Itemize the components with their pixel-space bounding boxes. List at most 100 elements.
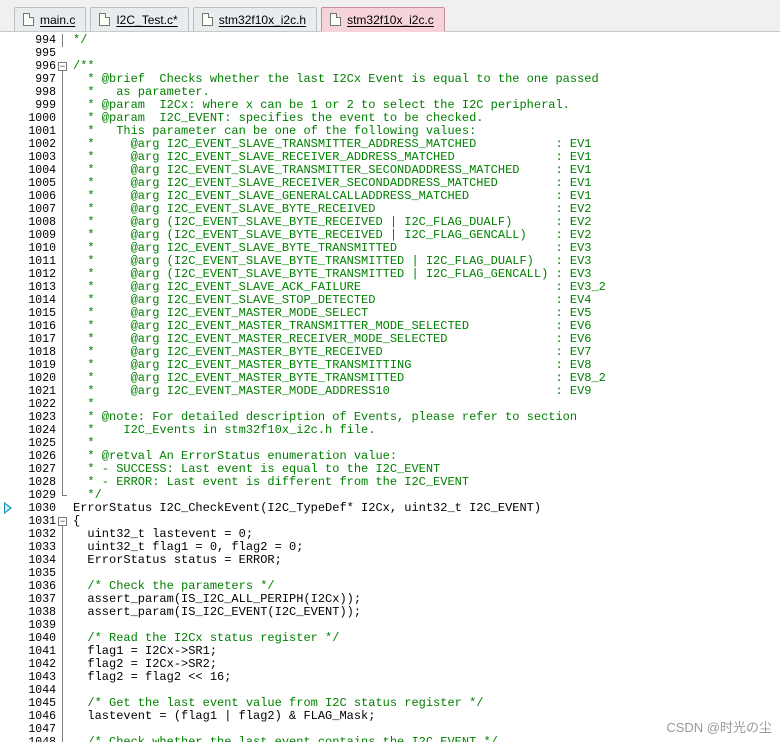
fold-guide (62, 580, 63, 593)
line-number: 1021 (28, 385, 56, 398)
tab-bar: main.c I2C_Test.c* stm32f10x_i2c.h stm32f10… (0, 0, 780, 32)
tab-1[interactable]: I2C_Test.c* (90, 7, 189, 31)
line-number: 1044 (28, 684, 56, 697)
fold-guide (62, 684, 63, 697)
line-number: 1045 (28, 697, 56, 710)
watermark: CSDN @时光の尘 (666, 720, 772, 735)
line-number: 995 (35, 47, 56, 60)
line-number: 1000 (28, 112, 56, 125)
line-number: 1037 (28, 593, 56, 606)
fold-guide (62, 567, 63, 580)
line-number: 1013 (28, 281, 56, 294)
line-number: 1023 (28, 411, 56, 424)
file-icon (330, 13, 342, 26)
line-number: 1036 (28, 580, 56, 593)
line-number: 996 (35, 60, 56, 73)
tab-label: main.c (40, 12, 76, 27)
line-number: 1001 (28, 125, 56, 138)
line-number: 1020 (28, 372, 56, 385)
line-number: 1016 (28, 320, 56, 333)
line-number: 1005 (28, 177, 56, 190)
fold-guide (62, 528, 63, 541)
fold-toggle-icon[interactable]: − (58, 517, 67, 526)
line-number: 1011 (28, 255, 56, 268)
tab-2[interactable]: stm32f10x_i2c.h (192, 7, 318, 31)
fold-guide (62, 723, 63, 736)
fold-guide (62, 294, 63, 307)
code-text: assert_param(IS_I2C_EVENT(I2C_EVENT)); (73, 605, 362, 619)
line-number: 1007 (28, 203, 56, 216)
fold-toggle-icon[interactable]: − (58, 62, 67, 71)
code-line[interactable]: 1028 * - ERROR: Last event is different … (0, 476, 780, 489)
tab-3[interactable]: stm32f10x_i2c.c (321, 7, 445, 32)
line-number: 998 (35, 86, 56, 99)
line-number: 1048 (20, 736, 56, 742)
fold-guide (62, 320, 63, 333)
line-number: 1038 (28, 606, 56, 619)
fold-guide (62, 73, 63, 86)
fold-guide (62, 658, 63, 671)
line-number: 1040 (28, 632, 56, 645)
code-editor[interactable]: 994 */995 996−/** 997 * @brief Checks wheth… (0, 33, 780, 742)
code-line[interactable]: 1034 ErrorStatus status = ERROR; (0, 554, 780, 567)
fold-guide (62, 424, 63, 437)
fold-guide (62, 242, 63, 255)
code-comment: * I2C_Events in stm32f10x_i2c.h file. (73, 423, 376, 437)
code-line[interactable]: 1021 * @arg I2C_EVENT_MASTER_MODE_ADDRES… (0, 385, 780, 398)
line-number: 1039 (28, 619, 56, 632)
line-number: 1008 (28, 216, 56, 229)
line-number: 1024 (28, 424, 56, 437)
fold-guide (62, 333, 63, 346)
fold-guide (62, 255, 63, 268)
fold-guide (62, 385, 63, 398)
fold-guide (62, 177, 63, 190)
line-number: 1017 (28, 333, 56, 346)
fold-guide (62, 86, 63, 99)
fold-guide (62, 268, 63, 281)
code-line[interactable]: 1043 flag2 = flag2 << 16; (0, 671, 780, 684)
fold-guide (62, 99, 63, 112)
fold-end-mark (62, 495, 67, 496)
line-number: 1030 (28, 502, 56, 515)
fold-guide (62, 450, 63, 463)
line-number: 1041 (28, 645, 56, 658)
fold-guide (62, 281, 63, 294)
fold-guide (62, 398, 63, 411)
fold-guide (62, 346, 63, 359)
fold-guide (62, 437, 63, 450)
fold-guide (62, 619, 63, 632)
code-line[interactable]: 1038 assert_param(IS_I2C_EVENT(I2C_EVENT… (0, 606, 780, 619)
code-line[interactable]: 995 (0, 47, 780, 60)
file-icon (201, 13, 213, 26)
fold-guide (62, 697, 63, 710)
code-line[interactable]: 1046 lastevent = (flag1 | flag2) & FLAG_… (0, 710, 780, 723)
code-text: lastevent = (flag1 | flag2) & FLAG_Mask; (73, 709, 376, 723)
line-number: 1015 (28, 307, 56, 320)
fold-guide (62, 736, 63, 742)
fold-guide (62, 190, 63, 203)
code-line[interactable]: 994 */ (0, 34, 780, 47)
code-comment: * @arg I2C_EVENT_MASTER_MODE_ADDRESS10 :… (73, 384, 592, 398)
fold-guide (62, 138, 63, 151)
code-line[interactable]: 1024 * I2C_Events in stm32f10x_i2c.h fil… (0, 424, 780, 437)
fold-guide (62, 216, 63, 229)
fold-guide (62, 541, 63, 554)
line-number: 1003 (28, 151, 56, 164)
file-icon (99, 13, 111, 26)
code-line[interactable]: 1048 /* Check whether the last event con… (0, 736, 780, 742)
fold-guide (62, 593, 63, 606)
fold-guide (62, 151, 63, 164)
line-number: 1028 (28, 476, 56, 489)
code-text: flag2 = flag2 << 16; (73, 670, 232, 684)
line-number: 1018 (28, 346, 56, 359)
line-number: 1032 (28, 528, 56, 541)
line-number: 1004 (28, 164, 56, 177)
tab-0[interactable]: main.c (14, 7, 87, 31)
line-number: 1006 (28, 190, 56, 203)
line-number: 1026 (28, 450, 56, 463)
line-number: 1010 (28, 242, 56, 255)
fold-guide (62, 203, 63, 216)
fold-guide (62, 554, 63, 567)
fold-guide (62, 34, 63, 47)
code-line[interactable]: 1030 ErrorStatus I2C_CheckEvent(I2C_TypeD… (0, 502, 780, 515)
